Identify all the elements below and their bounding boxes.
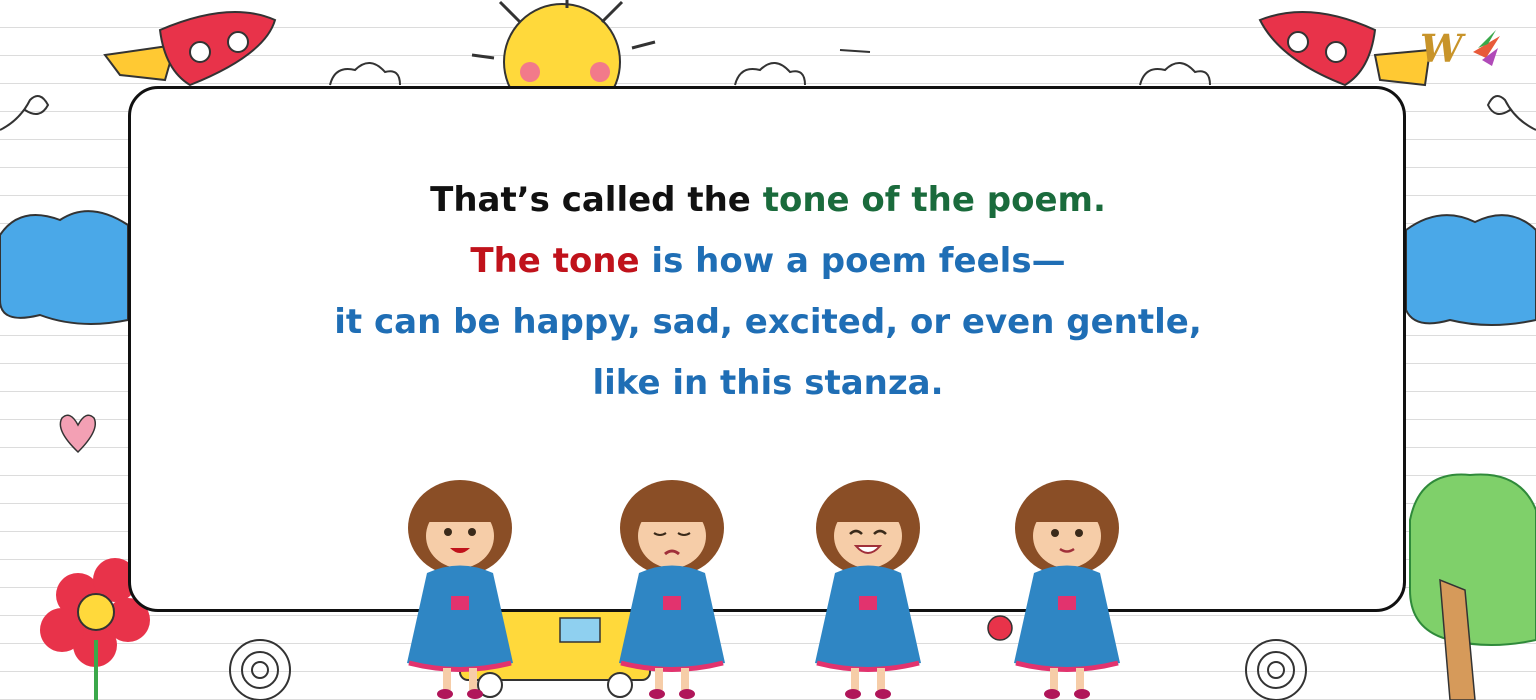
line2-part2: is how a poem feels— (651, 241, 1066, 281)
text-line-3: it can be happy, sad, excited, or even g… (334, 302, 1202, 342)
text-line-1: That’s called the tone of the poem. (0, 170, 1536, 231)
gentle-girl-illustration (1014, 480, 1120, 699)
slide-text: That’s called the tone of the poem. The … (0, 170, 1536, 414)
text-line-4: like in this stanza. (592, 363, 944, 403)
excited-girl-illustration (815, 480, 921, 699)
line1-part1: That’s called the (430, 180, 751, 220)
rocket-right-icon (1258, 11, 1432, 87)
line1-part2: tone of the poem. (762, 180, 1106, 220)
logo-mark: W (1420, 26, 1466, 71)
heart-icon (59, 414, 96, 454)
tree-icon (1409, 473, 1536, 700)
brand-logo: W (1418, 22, 1526, 74)
happy-girl-illustration (407, 480, 513, 699)
text-line-2: The tone is how a poem feels— (0, 231, 1536, 292)
sad-girl-illustration (619, 480, 725, 699)
line2-part1: The tone (470, 241, 640, 281)
rocket-left-icon (103, 11, 277, 87)
